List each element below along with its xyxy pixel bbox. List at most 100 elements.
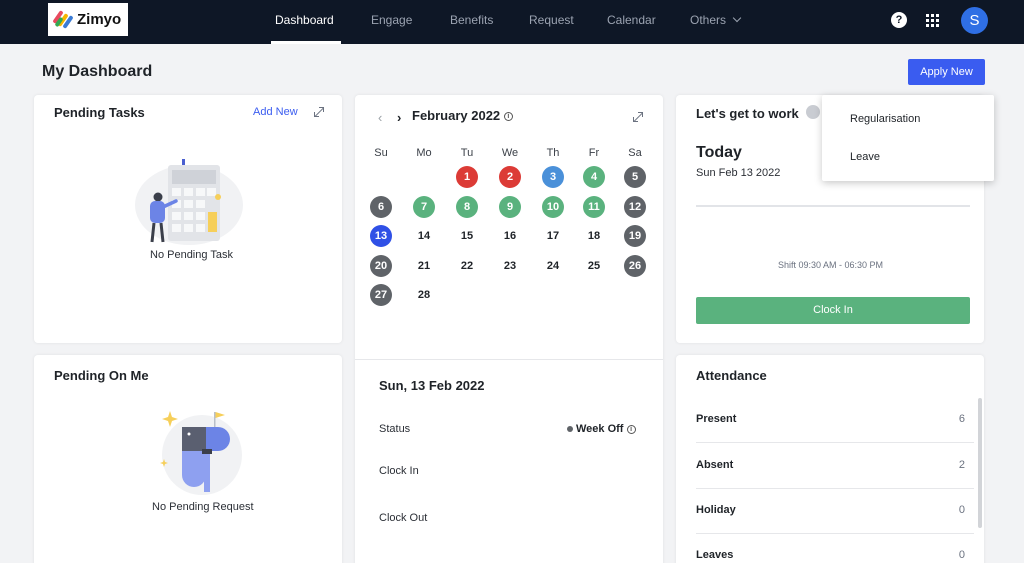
calendar-day[interactable]: 5 <box>624 166 646 188</box>
attendance-row-value: 0 <box>958 504 965 516</box>
nav-request[interactable]: Request <box>529 13 574 27</box>
attendance-row-value: 2 <box>958 459 965 471</box>
get-to-work-title: Let's get to work <box>696 106 799 121</box>
pending-tasks-title: Pending Tasks <box>54 105 145 120</box>
calendar-divider <box>355 359 663 360</box>
today-label: Today <box>696 144 742 161</box>
calendar-day[interactable]: 8 <box>456 196 478 218</box>
calendar-month-label: February 2022 <box>412 108 501 123</box>
top-navbar: Zimyo Dashboard Engage Benefits Request … <box>0 0 1024 44</box>
attendance-row-divider <box>696 533 974 534</box>
calendar-day[interactable]: 4 <box>583 166 605 188</box>
pending-on-me-title: Pending On Me <box>54 368 149 383</box>
calendar-day[interactable]: 22 <box>456 255 478 277</box>
add-new-link[interactable]: Add New <box>253 106 298 118</box>
calendar-day[interactable]: 13 <box>370 225 392 247</box>
selected-date-title: Sun, 13 Feb 2022 <box>379 378 485 393</box>
attendance-row-value: 6 <box>958 413 965 425</box>
calendar-day[interactable]: 9 <box>499 196 521 218</box>
attendance-row-divider <box>696 442 974 443</box>
pending-on-me-card: Pending On Me No Pending Request <box>34 355 342 563</box>
today-date: Sun Feb 13 2022 <box>696 167 781 179</box>
attendance-row-label: Leaves <box>696 549 734 561</box>
attendance-row-divider <box>696 488 974 489</box>
attendance-row-label: Holiday <box>696 504 736 516</box>
weekday-header: Tu <box>460 147 474 159</box>
status-label: Status <box>379 423 411 435</box>
calendar-day[interactable]: 6 <box>370 196 392 218</box>
user-avatar[interactable]: S <box>961 7 988 34</box>
calendar-day[interactable]: 14 <box>413 225 435 247</box>
calendar-day[interactable]: 15 <box>456 225 478 247</box>
calendar-day[interactable]: 2 <box>499 166 521 188</box>
work-info-icon[interactable] <box>806 105 820 119</box>
attendance-row-label: Present <box>696 413 737 425</box>
chevron-down-icon <box>732 13 742 23</box>
info-icon[interactable]: i <box>503 112 513 122</box>
calendar-day[interactable]: 1 <box>456 166 478 188</box>
nav-others-label: Others <box>690 13 727 27</box>
apply-new-button[interactable]: Apply New <box>908 59 985 85</box>
nav-dashboard[interactable]: Dashboard <box>275 13 334 27</box>
nav-benefits[interactable]: Benefits <box>450 13 493 27</box>
page-title: My Dashboard <box>42 63 153 80</box>
calendar-day[interactable]: 27 <box>370 284 392 306</box>
expand-icon[interactable] <box>314 107 324 117</box>
menu-item-leave[interactable]: Leave <box>850 151 880 163</box>
next-month-icon[interactable]: › <box>397 110 401 125</box>
calendar-day[interactable]: 7 <box>413 196 435 218</box>
calendar-day[interactable]: 17 <box>542 225 564 247</box>
attendance-row-label: Absent <box>696 459 734 471</box>
calendar-day[interactable]: 24 <box>542 255 564 277</box>
weekday-header: Su <box>374 147 388 159</box>
apps-grid-icon[interactable] <box>926 14 939 27</box>
attendance-title: Attendance <box>696 368 767 383</box>
calendar-day[interactable]: 19 <box>624 225 646 247</box>
calendar-day[interactable]: 11 <box>583 196 605 218</box>
shift-timing: Shift 09:30 AM - 06:30 PM <box>778 260 884 270</box>
calendar-day[interactable]: 21 <box>413 255 435 277</box>
status-value: Week Off i <box>567 423 636 435</box>
status-info-icon[interactable]: i <box>626 424 636 434</box>
pending-tasks-card: Pending Tasks Add New No Pending Task <box>34 95 342 343</box>
nav-calendar[interactable]: Calendar <box>607 13 656 27</box>
calendar-day[interactable]: 18 <box>583 225 605 247</box>
calendar-day[interactable]: 10 <box>542 196 564 218</box>
status-value-text: Week Off <box>576 423 624 435</box>
weekday-header: Mo <box>416 147 432 159</box>
brand-logo[interactable]: Zimyo <box>48 3 128 36</box>
calculator-illustration-icon <box>135 159 243 245</box>
calendar-day[interactable]: 3 <box>542 166 564 188</box>
attendance-scrollbar[interactable] <box>978 398 982 528</box>
active-tab-indicator <box>271 41 341 44</box>
calendar-day[interactable]: 26 <box>624 255 646 277</box>
calendar-day[interactable]: 23 <box>499 255 521 277</box>
help-icon[interactable]: ? <box>891 12 907 28</box>
prev-month-icon[interactable]: ‹ <box>378 110 382 125</box>
calendar-expand-icon[interactable] <box>633 112 643 122</box>
calendar-month-title: February 2022 i <box>412 108 513 123</box>
no-pending-task-text: No Pending Task <box>150 249 233 261</box>
nav-others[interactable]: Others <box>690 13 742 27</box>
clock-out-label: Clock Out <box>379 512 428 524</box>
zimyo-logo-icon <box>52 9 74 30</box>
calendar-day[interactable]: 20 <box>370 255 392 277</box>
weekday-header: Fr <box>588 147 600 159</box>
weekday-header: We <box>501 147 519 159</box>
weekday-header: Th <box>546 147 560 159</box>
calendar-day[interactable]: 28 <box>413 284 435 306</box>
mailbox-illustration-icon <box>160 411 242 495</box>
calendar-day[interactable]: 16 <box>499 225 521 247</box>
apply-new-dropdown: Regularisation Leave <box>822 95 994 181</box>
weekday-header: Sa <box>628 147 642 159</box>
attendance-row-value: 0 <box>958 549 965 561</box>
nav-engage[interactable]: Engage <box>371 13 412 27</box>
calendar-day[interactable]: 12 <box>624 196 646 218</box>
calendar-day[interactable]: 25 <box>583 255 605 277</box>
progress-track <box>696 205 970 207</box>
brand-name: Zimyo <box>77 11 122 28</box>
status-dot-icon <box>567 426 573 432</box>
clock-in-button[interactable]: Clock In <box>696 297 970 324</box>
menu-item-regularisation[interactable]: Regularisation <box>850 113 920 125</box>
no-pending-request-text: No Pending Request <box>152 501 254 513</box>
